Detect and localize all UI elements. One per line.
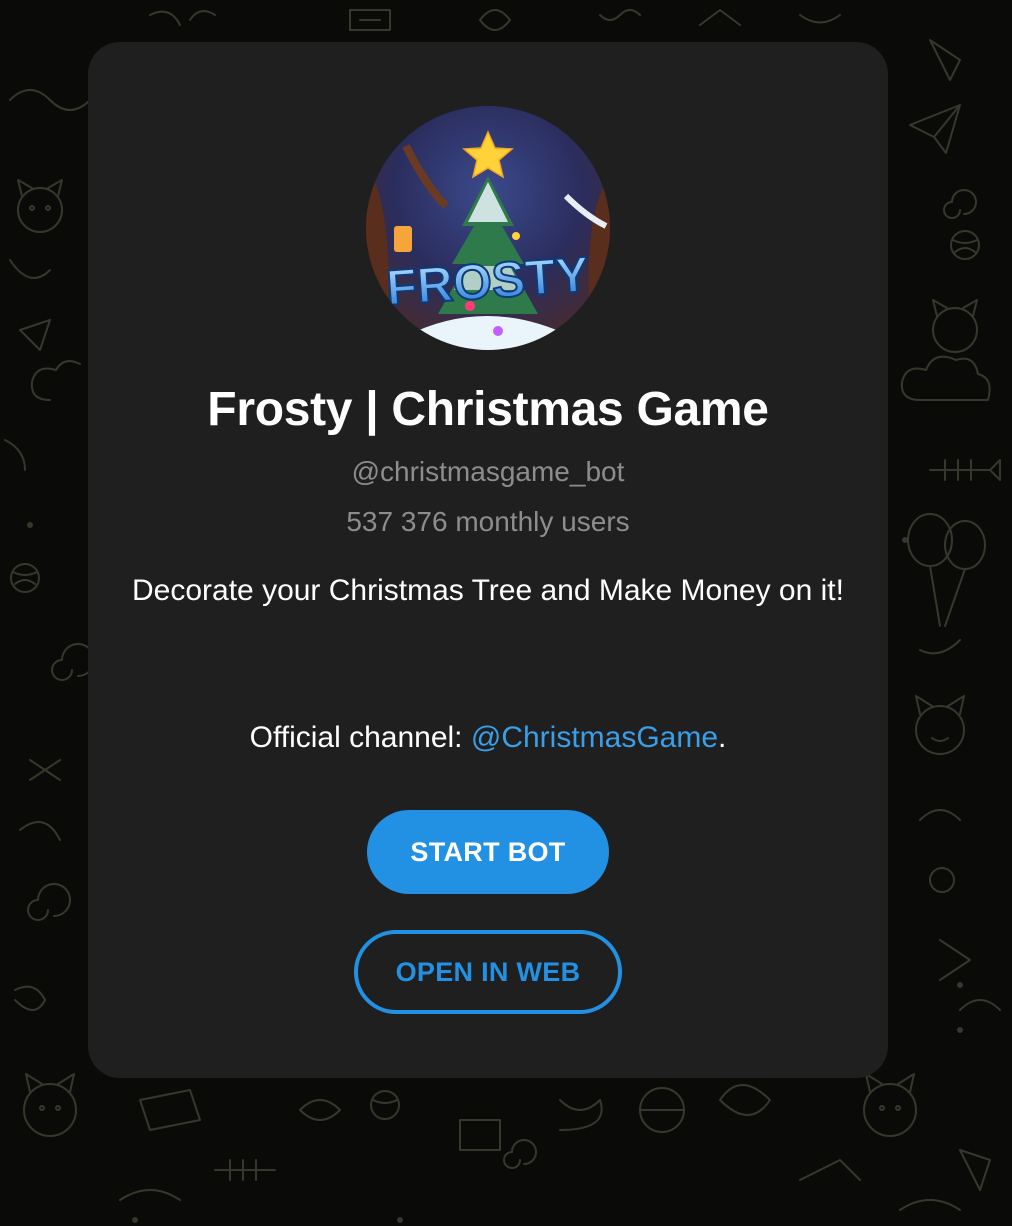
bot-username: @christmasgame_bot [351,456,625,487]
paper-plane-doodle-icon [909,104,961,154]
cat-doodle-icon [17,179,63,233]
cat-doodle-icon [915,695,965,755]
fishbone-doodle-icon [214,1159,276,1181]
yarn-doodle-icon [370,1090,400,1120]
channel-prefix: Official channel: [249,721,471,754]
cat-doodle-icon [932,299,978,353]
spiral-doodle-icon [943,189,977,219]
cloud-doodle-icon [30,360,81,401]
monthly-users-count: 537 376 monthly users [346,506,630,537]
yarn-doodle-icon [950,230,980,260]
cat-doodle-icon [23,1073,77,1137]
bot-profile-card: FROSTY Frosty | Christmas Game @christma… [88,42,888,1078]
bot-avatar: FROSTY [366,106,610,350]
bot-description: Decorate your Christmas Tree and Make Mo… [132,574,844,607]
cat-doodle-icon [863,1073,917,1137]
fishbone-doodle-icon [929,459,1001,481]
open-in-web-button[interactable]: OPEN IN WEB [354,930,622,1014]
channel-suffix: . [718,721,727,754]
balloon-doodle-icon [907,513,986,627]
spiral-doodle-icon [503,1139,537,1169]
bot-name: Frosty | Christmas Game [207,383,769,436]
spiral-doodle-icon [27,883,71,921]
channel-link[interactable]: @ChristmasGame [471,721,718,754]
yarn-doodle-icon [10,563,40,593]
start-bot-button[interactable]: START BOT [367,810,609,894]
official-channel-line: Official channel: @ChristmasGame. [88,716,888,760]
cloud-doodle-icon [900,355,991,401]
